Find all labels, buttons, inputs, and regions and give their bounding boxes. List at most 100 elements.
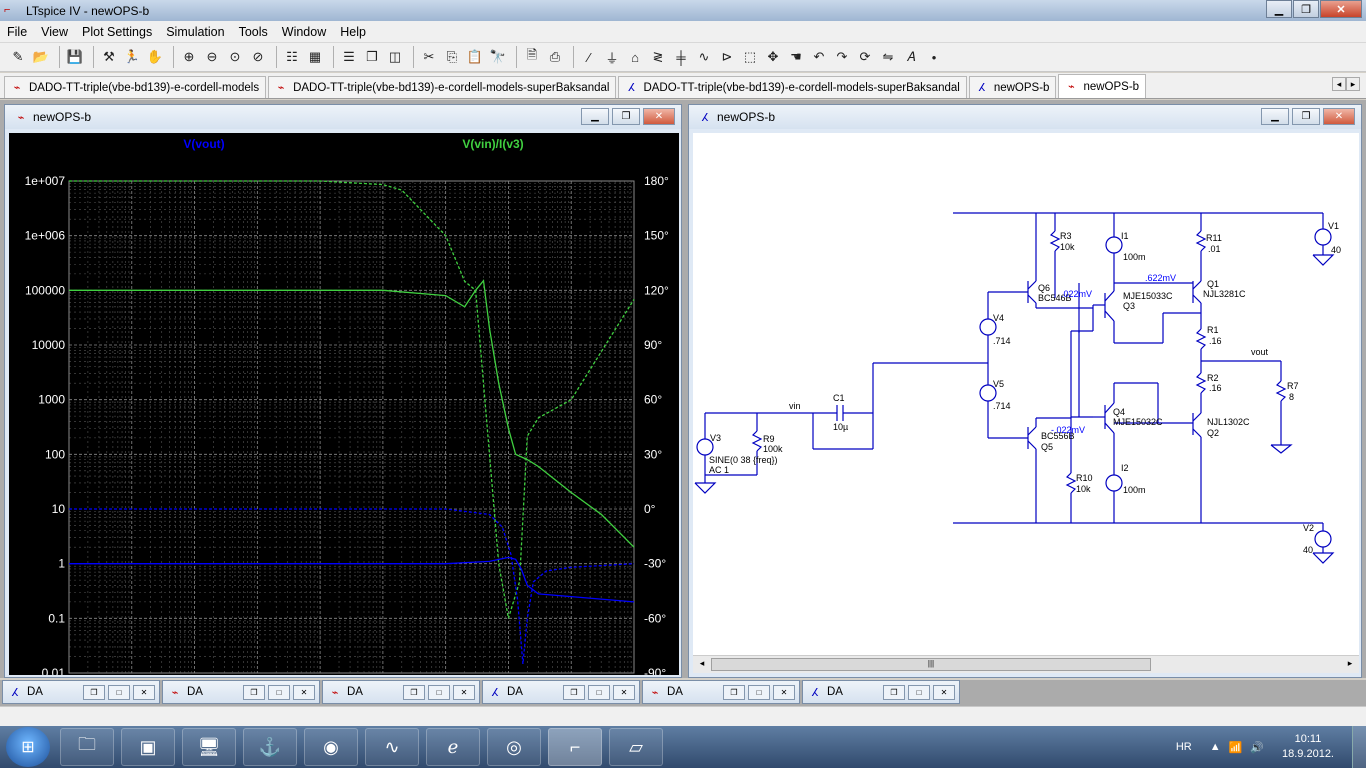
maximize-icon[interactable]: □ xyxy=(748,685,770,700)
restore-icon[interactable]: ❐ xyxy=(883,685,905,700)
explorer-icon[interactable]: 🗀 xyxy=(60,728,114,766)
schematic-close-button[interactable]: ✕ xyxy=(1323,108,1355,125)
close-icon[interactable]: ✕ xyxy=(613,685,635,700)
tab-scroll-right-icon[interactable]: ▸ xyxy=(1346,77,1360,91)
close-icon[interactable]: ✕ xyxy=(773,685,795,700)
zoom-out-icon[interactable]: ⊖ xyxy=(202,47,222,67)
print-preview-icon[interactable]: 🗎 xyxy=(522,47,542,67)
new-schematic-icon[interactable]: ✎ xyxy=(8,47,28,67)
plot-area[interactable]: 1Hz10Hz100Hz1KHz10KHz100KHz1MHz10MHz100M… xyxy=(9,133,679,690)
tile-vertical-icon[interactable]: ◫ xyxy=(385,47,405,67)
cascade-icon[interactable]: ❐ xyxy=(362,47,382,67)
copy-icon[interactable]: ⎘ xyxy=(442,47,462,67)
print-icon[interactable]: ⎙ xyxy=(545,47,565,67)
scroll-right-icon[interactable]: ▸ xyxy=(1343,658,1357,671)
notes-icon[interactable]: ▱ xyxy=(609,728,663,766)
minimized-window-5[interactable]: ⌁ DA ❐ □ ✕ xyxy=(642,680,800,704)
scroll-left-icon[interactable]: ◂ xyxy=(695,658,709,671)
restore-icon[interactable]: ❐ xyxy=(83,685,105,700)
volume-icon[interactable]: 🔊 xyxy=(1250,741,1264,754)
network-icon[interactable]: 📶 xyxy=(1229,741,1243,754)
text-icon[interactable]: 𝐴 xyxy=(901,47,921,67)
doc-tab-1[interactable]: ⌁ DADO-TT-triple(vbe-bd139)-e-cordell-mod… xyxy=(4,76,267,98)
media-icon[interactable]: ▣ xyxy=(121,728,175,766)
ground-icon[interactable]: ⏚ xyxy=(602,47,622,67)
show-desktop-button[interactable] xyxy=(1352,726,1366,768)
bode-chart[interactable]: 1Hz10Hz100Hz1KHz10KHz100KHz1MHz10MHz100M… xyxy=(9,133,679,690)
grid-icon[interactable]: ▦ xyxy=(305,47,325,67)
diode-icon[interactable]: ⊳ xyxy=(717,47,737,67)
minimized-window-3[interactable]: ⌁ DA ❐ □ ✕ xyxy=(322,680,480,704)
halt-icon[interactable]: ✋ xyxy=(145,47,165,67)
oscilloscope-icon[interactable]: ∿ xyxy=(365,728,419,766)
menu-simulation[interactable]: Simulation xyxy=(159,25,231,39)
start-button[interactable]: ⊞ xyxy=(6,727,50,767)
capacitor-icon[interactable]: ╪ xyxy=(671,47,691,67)
cut-icon[interactable]: ✂ xyxy=(419,47,439,67)
cancel-zoom-icon[interactable]: ⊘ xyxy=(248,47,268,67)
close-icon[interactable]: ✕ xyxy=(453,685,475,700)
plot-minimize-button[interactable]: ▁ xyxy=(581,108,609,125)
close-icon[interactable]: ✕ xyxy=(293,685,315,700)
plot-restore-button[interactable]: ❐ xyxy=(612,108,640,125)
paste-icon[interactable]: 📋 xyxy=(465,47,485,67)
minimized-window-2[interactable]: ⌁ DA ❐ □ ✕ xyxy=(162,680,320,704)
schematic-drawing[interactable]: R3 10k I1 100m R11 .01 V1 40 Q6 BC546B M… xyxy=(693,133,1359,655)
minimized-window-1[interactable]: ⵃ DA ❐ □ ✕ xyxy=(2,680,160,704)
show-hidden-icon[interactable]: ▲ xyxy=(1210,741,1221,753)
inductor-icon[interactable]: ∿ xyxy=(694,47,714,67)
maximize-icon[interactable]: □ xyxy=(428,685,450,700)
spice-directive-icon[interactable]: • xyxy=(924,47,944,67)
antivirus-icon[interactable]: ◉ xyxy=(304,728,358,766)
schematic-hscrollbar[interactable]: ◂ ||| ▸ xyxy=(693,655,1359,673)
menu-plot-settings[interactable]: Plot Settings xyxy=(75,25,159,39)
move-icon[interactable]: ✥ xyxy=(763,47,783,67)
tile-horizontal-icon[interactable]: ☰ xyxy=(339,47,359,67)
component-icon[interactable]: ⬚ xyxy=(740,47,760,67)
scroll-thumb[interactable]: ||| xyxy=(711,658,1151,671)
chrome-icon[interactable]: ◎ xyxy=(487,728,541,766)
menu-view[interactable]: View xyxy=(34,25,75,39)
autorange-icon[interactable]: ☷ xyxy=(282,47,302,67)
redo-icon[interactable]: ↷ xyxy=(832,47,852,67)
ie-icon[interactable]: ℯ xyxy=(426,728,480,766)
resistor-icon[interactable]: ≷ xyxy=(648,47,668,67)
menu-tools[interactable]: Tools xyxy=(232,25,275,39)
restore-icon[interactable]: ❐ xyxy=(243,685,265,700)
close-icon[interactable]: ✕ xyxy=(933,685,955,700)
ltspice-icon[interactable]: ⌐ xyxy=(548,728,602,766)
minimized-window-4[interactable]: ⵃ DA ❐ □ ✕ xyxy=(482,680,640,704)
restore-icon[interactable]: ❐ xyxy=(723,685,745,700)
close-icon[interactable]: ✕ xyxy=(133,685,155,700)
minimize-button[interactable]: ▁ xyxy=(1266,0,1292,18)
doc-tab-4[interactable]: ⵃ newOPS-b xyxy=(968,76,1057,98)
menu-window[interactable]: Window xyxy=(275,25,333,39)
clock[interactable]: 10:11 18.9.2012. xyxy=(1282,732,1334,762)
language-indicator[interactable]: HR xyxy=(1176,741,1192,753)
maximize-icon[interactable]: □ xyxy=(108,685,130,700)
plot-close-button[interactable]: ✕ xyxy=(643,108,675,125)
restore-button[interactable]: ❐ xyxy=(1293,0,1319,18)
menu-file[interactable]: File xyxy=(0,25,34,39)
zoom-in-icon[interactable]: ⊕ xyxy=(179,47,199,67)
rotate-icon[interactable]: ⟳ xyxy=(855,47,875,67)
undo-icon[interactable]: ↶ xyxy=(809,47,829,67)
remote-icon[interactable]: 🖥 xyxy=(182,728,236,766)
close-button[interactable]: ✕ xyxy=(1320,0,1362,18)
maximize-icon[interactable]: □ xyxy=(268,685,290,700)
tab-scroll-left-icon[interactable]: ◂ xyxy=(1332,77,1346,91)
schematic-minimize-button[interactable]: ▁ xyxy=(1261,108,1289,125)
zoom-fit-icon[interactable]: ⊙ xyxy=(225,47,245,67)
schematic-canvas[interactable]: R3 10k I1 100m R11 .01 V1 40 Q6 BC546B M… xyxy=(693,133,1359,655)
schematic-restore-button[interactable]: ❐ xyxy=(1292,108,1320,125)
maximize-icon[interactable]: □ xyxy=(588,685,610,700)
doc-tab-3[interactable]: ⵃ DADO-TT-triple(vbe-bd139)-e-cordell-mod… xyxy=(618,76,967,98)
label-icon[interactable]: ⌂ xyxy=(625,47,645,67)
save-icon[interactable]: 💾 xyxy=(65,47,85,67)
mirror-icon[interactable]: ⇋ xyxy=(878,47,898,67)
menu-help[interactable]: Help xyxy=(333,25,373,39)
wire-icon[interactable]: ∕ xyxy=(579,47,599,67)
open-icon[interactable]: 📂 xyxy=(31,47,51,67)
control-panel-icon[interactable]: ⚒ xyxy=(99,47,119,67)
run-icon[interactable]: 🏃 xyxy=(122,47,142,67)
